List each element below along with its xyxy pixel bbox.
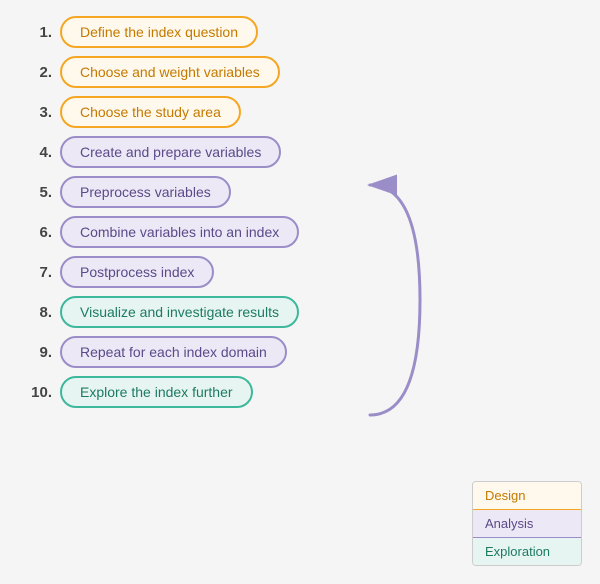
legend-exploration-label: Exploration bbox=[485, 544, 550, 559]
step-number-10: 10. bbox=[20, 384, 52, 401]
step-box-10: Explore the index further bbox=[60, 376, 253, 408]
step-number-8: 8. bbox=[20, 304, 52, 321]
step-number-5: 5. bbox=[20, 184, 52, 201]
step-box-7: Postprocess index bbox=[60, 256, 214, 288]
step-box-2: Choose and weight variables bbox=[60, 56, 280, 88]
step-box-8: Visualize and investigate results bbox=[60, 296, 299, 328]
step-number-2: 2. bbox=[20, 64, 52, 81]
step-number-3: 3. bbox=[20, 104, 52, 121]
step-box-4: Create and prepare variables bbox=[60, 136, 281, 168]
step-row-7: 7. Postprocess index bbox=[20, 256, 580, 288]
step-row-5: 5. Preprocess variables bbox=[20, 176, 580, 208]
step-row-9: 9. Repeat for each index domain bbox=[20, 336, 580, 368]
legend: Design Analysis Exploration bbox=[472, 481, 582, 566]
step-box-6: Combine variables into an index bbox=[60, 216, 299, 248]
step-row-1: 1. Define the index question bbox=[20, 16, 580, 48]
legend-analysis: Analysis bbox=[473, 510, 581, 538]
step-number-9: 9. bbox=[20, 344, 52, 361]
legend-exploration: Exploration bbox=[473, 538, 581, 565]
step-box-5: Preprocess variables bbox=[60, 176, 231, 208]
step-number-7: 7. bbox=[20, 264, 52, 281]
legend-analysis-label: Analysis bbox=[485, 516, 533, 531]
step-number-4: 4. bbox=[20, 144, 52, 161]
step-row-2: 2. Choose and weight variables bbox=[20, 56, 580, 88]
step-number-6: 6. bbox=[20, 224, 52, 241]
legend-design: Design bbox=[473, 482, 581, 510]
step-box-3: Choose the study area bbox=[60, 96, 241, 128]
step-row-8: 8. Visualize and investigate results bbox=[20, 296, 580, 328]
step-row-3: 3. Choose the study area bbox=[20, 96, 580, 128]
step-row-4: 4. Create and prepare variables bbox=[20, 136, 580, 168]
main-content: 1. Define the index question 2. Choose and … bbox=[0, 0, 600, 432]
legend-design-label: Design bbox=[485, 488, 525, 503]
step-number-1: 1. bbox=[20, 24, 52, 41]
step-box-9: Repeat for each index domain bbox=[60, 336, 287, 368]
step-row-6: 6. Combine variables into an index bbox=[20, 216, 580, 248]
step-row-10: 10. Explore the index further bbox=[20, 376, 580, 408]
step-box-1: Define the index question bbox=[60, 16, 258, 48]
